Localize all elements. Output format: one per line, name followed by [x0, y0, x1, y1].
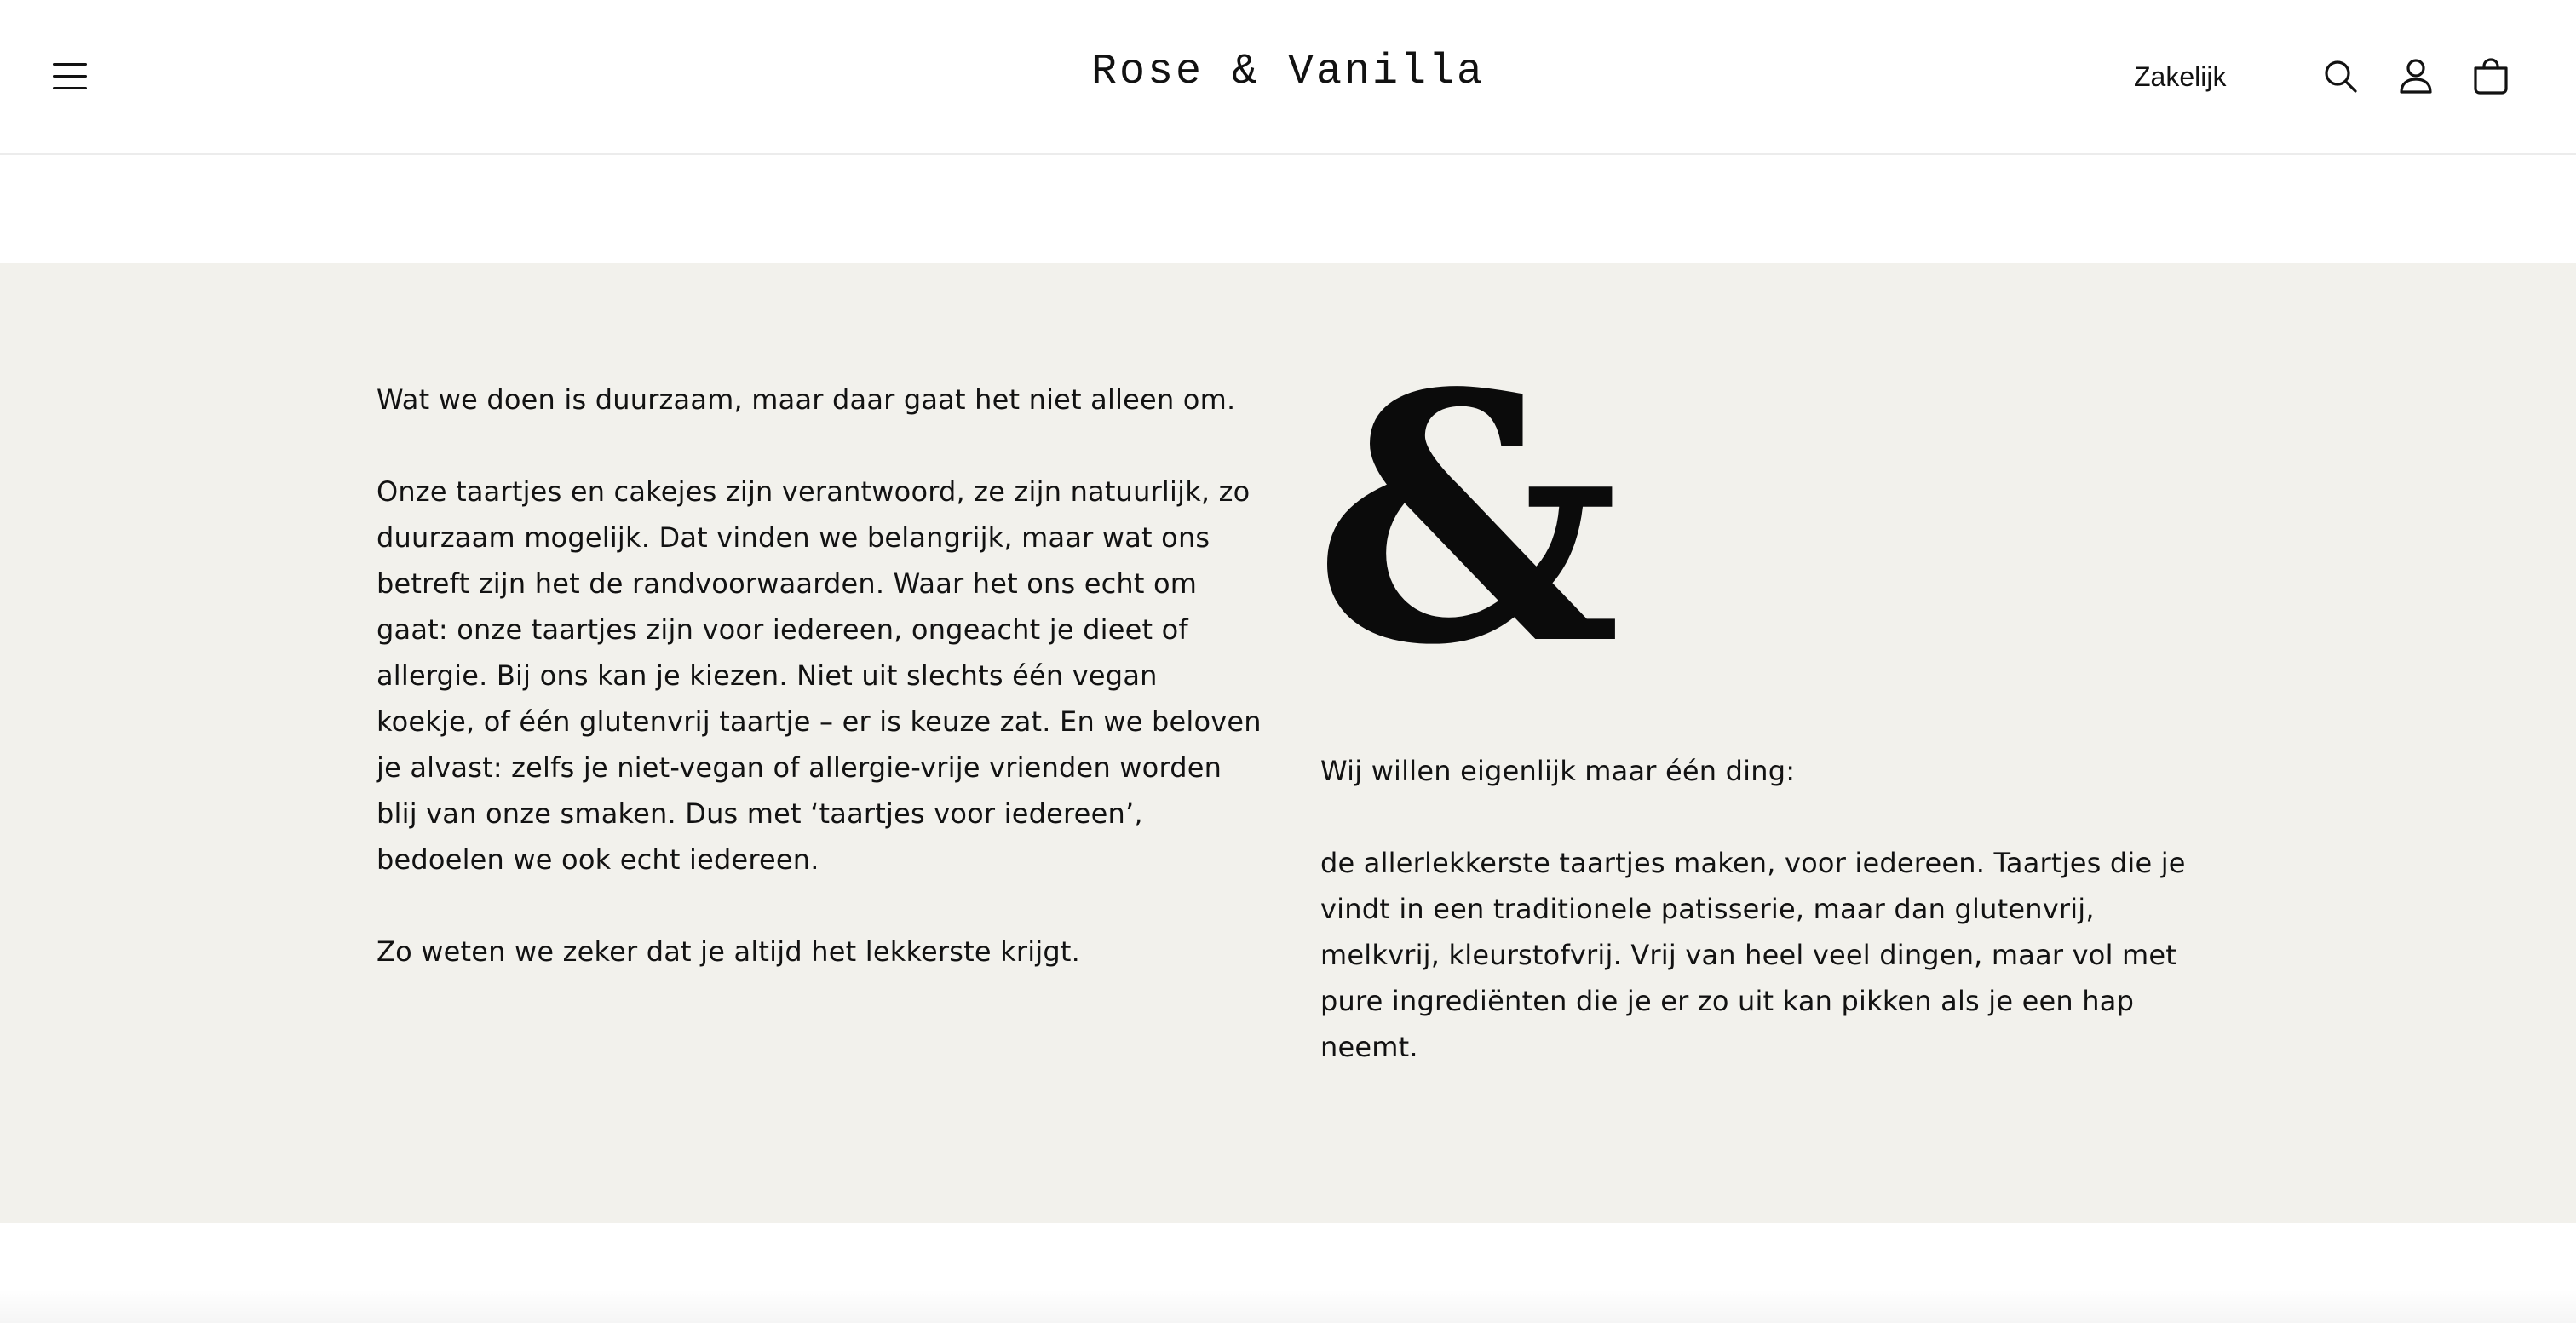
menu-icon-bar-middle — [53, 75, 87, 78]
ampersand-graphic: & — [1314, 319, 1622, 720]
account-button[interactable] — [2392, 53, 2440, 101]
cart-icon — [2474, 58, 2508, 95]
account-icon — [2400, 59, 2432, 94]
section-bottom-shadow — [0, 1289, 2576, 1323]
about-closing-text: Zo weten we zeker dat je altijd het lekk… — [377, 935, 1081, 968]
mission-text-block: Wij willen eigenlijk maar één ding: de a… — [1320, 748, 2189, 1070]
mission-heading-text: Wij willen eigenlijk maar één ding: — [1320, 755, 1796, 787]
about-left-column: Wat we doen is duurzaam, maar daar gaat … — [377, 377, 1262, 975]
site-header: Rose & Vanilla Zakelijk — [0, 0, 2576, 155]
nav-link-zakelijk[interactable]: Zakelijk — [2134, 61, 2226, 93]
menu-icon-bar-bottom — [53, 87, 87, 89]
about-right-column: & Wij willen eigenlijk maar één ding: de… — [1314, 349, 2189, 1063]
logo-link[interactable]: Rose & Vanilla — [1091, 48, 1485, 96]
mission-body-text: de allerlekkerste taartjes maken, voor i… — [1320, 847, 2186, 1063]
menu-button[interactable] — [49, 56, 94, 97]
search-button[interactable] — [2317, 53, 2365, 101]
search-icon — [2325, 60, 2357, 93]
about-body-text: Onze taartjes en cakejes zijn verantwoor… — [377, 475, 1262, 876]
menu-icon-bar-top — [53, 63, 87, 66]
cart-button[interactable] — [2467, 53, 2515, 101]
about-intro-text: Wat we doen is duurzaam, maar daar gaat … — [377, 383, 1236, 416]
